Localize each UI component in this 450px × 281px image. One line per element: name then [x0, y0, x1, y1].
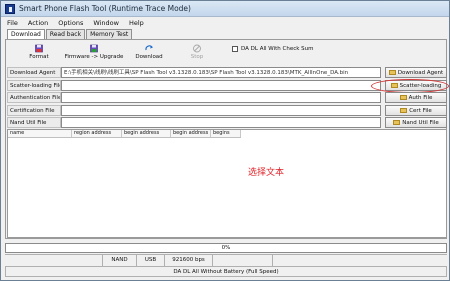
status-storage: NAND: [103, 255, 137, 266]
menu-action[interactable]: Action: [22, 17, 52, 28]
column-region-address[interactable]: region address: [72, 130, 122, 137]
status-baud-rate: 921600 bps: [165, 255, 213, 266]
flash-tool-window: Smart Phone Flash Tool (Runtime Trace Mo…: [0, 0, 450, 281]
scatter-loading-field[interactable]: [61, 80, 381, 91]
stop-label: Stop: [190, 54, 204, 60]
scatter-loading-label: Scatter-loading File: [7, 80, 61, 91]
menu-bar: File Action Options Window Help: [1, 17, 449, 28]
checksum-option[interactable]: DA DL All With Check Sum: [232, 46, 314, 52]
window-title: Smart Phone Flash Tool (Runtime Trace Mo…: [19, 4, 191, 13]
progress-text: 0%: [221, 245, 231, 251]
status-port: USB: [137, 255, 165, 266]
download-agent-label: Download Agent: [7, 67, 61, 78]
status-cell-5: [213, 255, 273, 266]
column-begin-address-2[interactable]: begin address: [171, 130, 211, 137]
certification-file-label: Certification File: [7, 105, 61, 116]
download-agent-button-label: Download Agent: [397, 70, 444, 76]
stop-button[interactable]: Stop: [173, 43, 221, 65]
checksum-label: DA DL All With Check Sum: [241, 46, 314, 52]
certification-file-field[interactable]: [61, 105, 381, 116]
download-button[interactable]: Download: [125, 43, 173, 65]
folder-icon: [399, 95, 407, 100]
auth-file-button[interactable]: Auth File: [385, 92, 447, 103]
column-begin-address[interactable]: begin address: [122, 130, 171, 137]
column-begins[interactable]: begins: [211, 130, 241, 137]
authentication-file-field[interactable]: [61, 92, 381, 103]
format-label: Format: [29, 54, 49, 60]
authentication-file-label: Authentication File: [7, 92, 61, 103]
nand-util-file-button[interactable]: Nand Util File: [385, 117, 447, 128]
firmware-upgrade-button[interactable]: Firmware -> Upgrade: [63, 43, 125, 65]
download-mode-status: DA DL All Without Battery (Full Speed): [5, 266, 447, 277]
format-button[interactable]: Format: [15, 43, 63, 65]
status-cell-1: [5, 255, 103, 266]
status-bar: NAND USB 921600 bps: [5, 254, 447, 266]
folder-icon: [393, 120, 401, 125]
toolbar: Format Firmware -> Upgrade Download Stop: [15, 43, 221, 65]
cert-file-button[interactable]: Cert File: [385, 105, 447, 116]
table-header: name region address begin address begin …: [8, 130, 241, 138]
firmware-upgrade-label: Firmware -> Upgrade: [64, 54, 124, 60]
menu-file[interactable]: File: [1, 17, 22, 28]
app-icon: [5, 4, 15, 14]
annotation-text: 选择文本: [248, 168, 285, 178]
status-cell-6: [273, 255, 447, 266]
menu-options[interactable]: Options: [52, 17, 87, 28]
download-label: Download: [135, 54, 163, 60]
scatter-highlight-ellipse: [371, 79, 449, 93]
download-agent-field[interactable]: E:\手机相关\线刷\线刷工具\SP Flash Tool v3.1328.0.…: [61, 67, 381, 78]
checksum-checkbox[interactable]: [232, 46, 238, 52]
menu-window[interactable]: Window: [87, 17, 123, 28]
download-agent-button[interactable]: Download Agent: [385, 67, 447, 78]
folder-icon: [400, 108, 408, 113]
progress-bar: 0%: [5, 243, 447, 253]
menu-help[interactable]: Help: [123, 17, 148, 28]
cert-file-button-label: Cert File: [409, 108, 432, 114]
folder-icon: [388, 70, 396, 75]
nand-util-file-button-label: Nand Util File: [402, 120, 439, 126]
nand-util-file-label: Nand Util File: [7, 117, 61, 128]
auth-file-button-label: Auth File: [408, 95, 433, 101]
column-name[interactable]: name: [8, 130, 72, 137]
nand-util-file-field[interactable]: [61, 117, 381, 128]
title-bar: Smart Phone Flash Tool (Runtime Trace Mo…: [1, 1, 449, 17]
partition-table[interactable]: name region address begin address begin …: [7, 129, 447, 238]
